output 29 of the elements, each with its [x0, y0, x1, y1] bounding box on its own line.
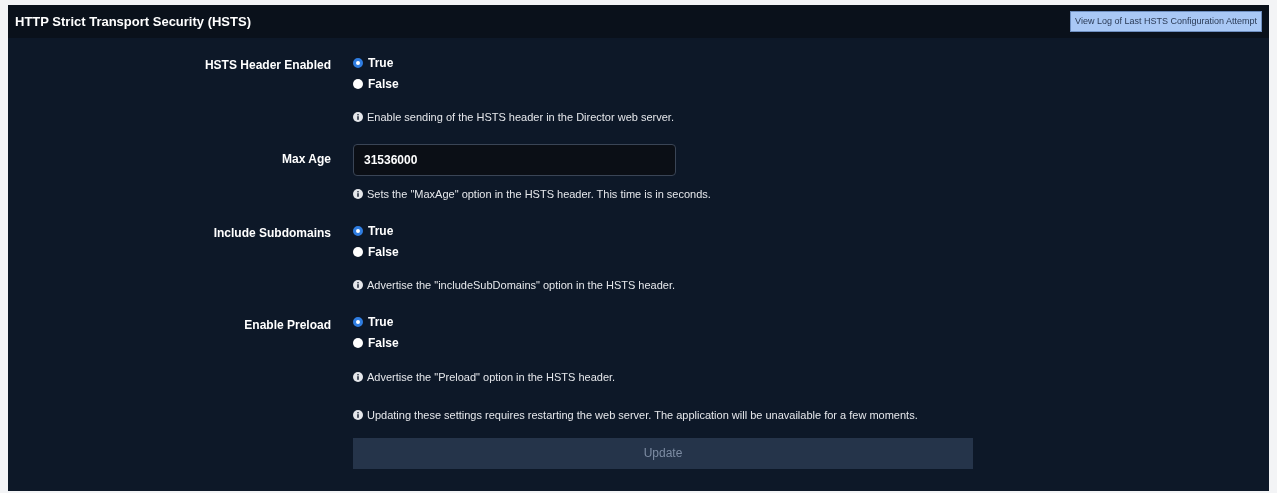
radio-button[interactable] [353, 57, 363, 68]
radio-label: True [368, 54, 394, 72]
info-icon [353, 410, 363, 421]
panel-title: HTTP Strict Transport Security (HSTS) [15, 12, 251, 31]
max-age-field[interactable]: 31536000 [353, 143, 676, 176]
help-text: Enable sending of the HSTS header in the Director web server. [367, 110, 674, 125]
radio-button[interactable] [353, 317, 363, 327]
radio-button[interactable] [353, 225, 363, 236]
info-icon [353, 371, 363, 382]
radio-label: False [368, 243, 399, 261]
radio-label: True [368, 222, 394, 240]
help-text: Updating these settings requires restarting the web server. The application will be unavailable for a few moments. [367, 408, 918, 423]
help-text: Sets the "MaxAge" option in the HSTS header. This time is in seconds. [367, 186, 711, 202]
field-label: Enable Preload [244, 317, 331, 332]
info-icon [353, 280, 363, 291]
radio-label: True [368, 314, 394, 331]
help-text: Advertise the "includeSubDomains" option in the HSTS header. [367, 278, 676, 293]
radio-label: False [368, 335, 399, 352]
radio-button[interactable] [353, 246, 363, 257]
help-text: Advertise the "Preload" option in the HSTS header. [367, 369, 616, 385]
info-icon [353, 112, 363, 123]
radio-button[interactable] [353, 338, 363, 348]
field-label: Include Subdomains [213, 226, 331, 240]
field-label: Max Age [282, 151, 331, 166]
radio-button[interactable] [353, 78, 363, 89]
info-icon [353, 188, 363, 199]
field-label: HSTS Header Enabled [204, 58, 331, 72]
radio-label: False [368, 75, 399, 93]
view-log-button[interactable]: View Log of Last HSTS Configuration Attempt [1070, 10, 1262, 33]
